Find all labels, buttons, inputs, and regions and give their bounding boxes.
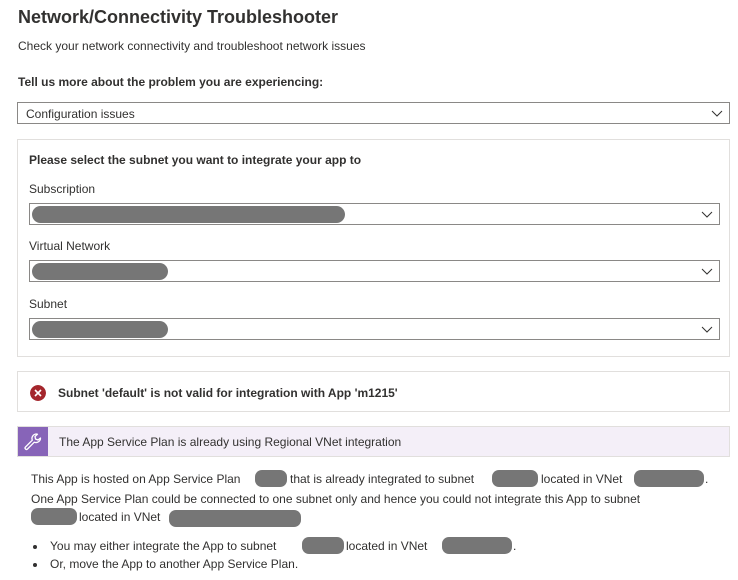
error-text: Subnet 'default' is not valid for integr… (58, 386, 398, 400)
redacted-target-vnet (169, 510, 301, 527)
info-banner: The App Service Plan is already using Re… (17, 426, 730, 457)
info-text-located-2: located in VNet (79, 510, 161, 524)
subnet-panel-title: Please select the subnet you want to int… (29, 153, 362, 167)
problem-type-value: Configuration issues (26, 107, 135, 121)
info-banner-text: The App Service Plan is already using Re… (59, 435, 402, 449)
redacted-bullet-subnet (302, 537, 344, 554)
validation-error-message: Subnet 'default' is not valid for integr… (17, 371, 730, 412)
redacted-app-service-plan (255, 470, 287, 487)
bullet-located: located in VNet (346, 539, 428, 553)
info-text-located: located in VNet (541, 472, 623, 486)
page-title: Network/Connectivity Troubleshooter (18, 7, 339, 27)
problem-type-dropdown[interactable]: Configuration issues (17, 102, 730, 124)
bullet-period: . (513, 539, 517, 553)
info-text-one-plan: One App Service Plan could be connected … (31, 492, 641, 506)
wrench-icon (24, 433, 42, 451)
virtual-network-label: Virtual Network (29, 239, 111, 253)
redacted-bullet-vnet (442, 537, 512, 554)
bullet-move: Or, move the App to another App Service … (50, 557, 299, 571)
subnet-selection-panel: Please select the subnet you want to int… (17, 139, 730, 357)
subnet-dropdown[interactable] (29, 318, 720, 340)
redacted-vnet (32, 263, 168, 280)
virtual-network-dropdown[interactable] (29, 260, 720, 282)
wrench-icon-container (18, 427, 48, 456)
problem-question-label: Tell us more about the problem you are e… (18, 75, 324, 89)
chevron-down-icon (711, 110, 723, 117)
redacted-subscription (32, 206, 345, 223)
info-text-integrated: that is already integrated to subnet (290, 472, 475, 486)
redacted-vnet-name (634, 470, 704, 487)
redacted-subnet-name (492, 470, 538, 487)
chevron-down-icon (701, 268, 713, 275)
bullet-integrate: You may either integrate the App to subn… (50, 539, 277, 553)
bullet-marker (33, 563, 37, 567)
page-subtitle: Check your network connectivity and trou… (18, 39, 366, 53)
error-circle-icon (30, 385, 46, 401)
subscription-label: Subscription (29, 182, 96, 196)
subscription-dropdown[interactable] (29, 203, 720, 225)
redacted-subnet (32, 321, 168, 338)
info-text-hosted: This App is hosted on App Service Plan (31, 472, 241, 486)
redacted-target-subnet (31, 508, 77, 525)
chevron-down-icon (701, 211, 713, 218)
info-text-period: . (705, 472, 709, 486)
subnet-label: Subnet (29, 297, 68, 311)
chevron-down-icon (701, 326, 713, 333)
bullet-marker (33, 545, 37, 549)
